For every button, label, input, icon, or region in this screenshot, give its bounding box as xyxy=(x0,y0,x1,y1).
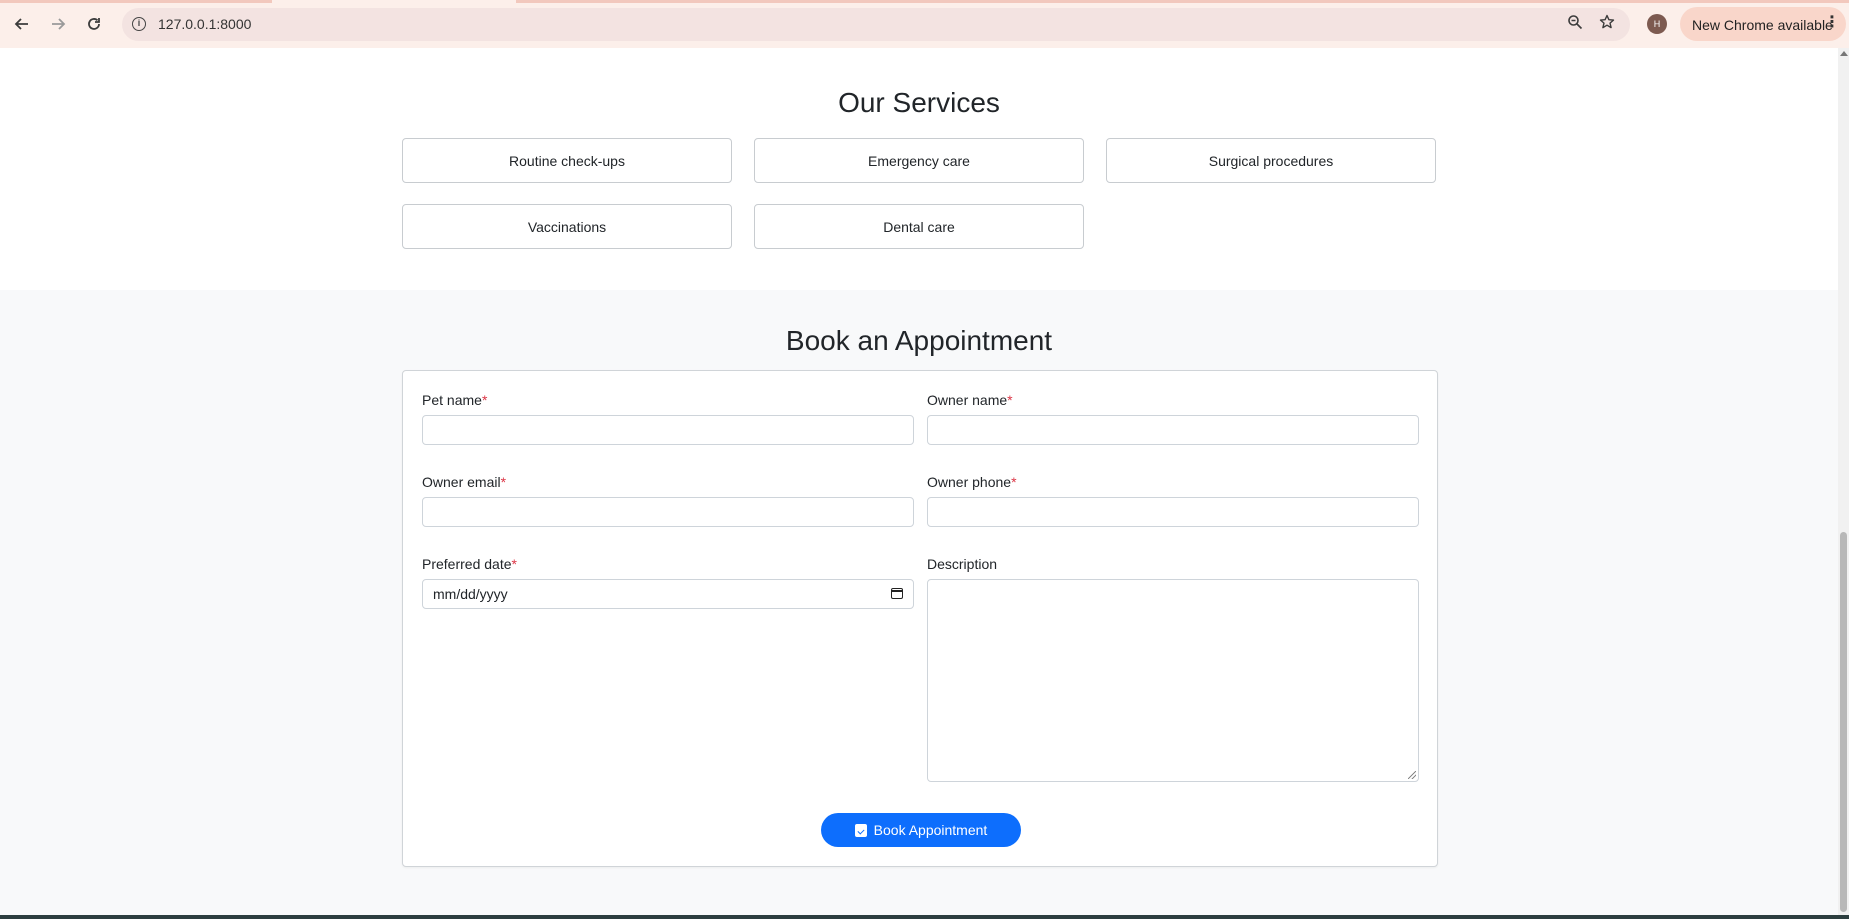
required-marker: * xyxy=(481,392,488,408)
calendar-check-icon xyxy=(854,823,867,837)
owner-name-input[interactable] xyxy=(927,415,1419,445)
site-info-icon[interactable]: i xyxy=(132,17,146,31)
reload-button[interactable] xyxy=(80,10,108,38)
owner-name-label-text: Owner name xyxy=(927,392,1008,408)
owner-phone-input[interactable] xyxy=(927,497,1419,527)
required-marker: * xyxy=(1007,392,1013,408)
date-placeholder: mm/dd/yyyy xyxy=(433,586,508,602)
profile-avatar[interactable]: H xyxy=(1647,14,1667,34)
description-label-text: Description xyxy=(927,556,998,572)
browser-toolbar: i 127.0.0.1:8000 H New Chrome available … xyxy=(0,0,1849,48)
scroll-up-icon[interactable] xyxy=(1840,51,1848,56)
booking-title: Book an Appointment xyxy=(785,325,1053,356)
service-card-surgical-procedures: Surgical procedures xyxy=(1106,138,1436,183)
preferred-date-label-text: Preferred date xyxy=(422,556,512,572)
scrollbar-thumb[interactable] xyxy=(1840,532,1847,912)
service-card-dental-care: Dental care xyxy=(754,204,1084,249)
pet-name-label: Pet name* xyxy=(422,392,487,408)
address-bar[interactable]: i 127.0.0.1:8000 xyxy=(122,8,1630,41)
booking-section: Book an Appointment Pet name* Owner name… xyxy=(0,290,1838,915)
service-card-routine-checkups: Routine check-ups xyxy=(402,138,732,183)
required-marker: * xyxy=(1011,474,1017,490)
page-scrollbar[interactable] xyxy=(1838,48,1849,915)
back-button[interactable] xyxy=(8,10,36,38)
book-appointment-button[interactable]: Book Appointment xyxy=(821,813,1021,847)
zoom-icon[interactable] xyxy=(1565,14,1585,34)
url-text[interactable]: 127.0.0.1:8000 xyxy=(158,16,251,32)
owner-phone-label: Owner phone* xyxy=(927,474,1017,490)
owner-email-label: Owner email* xyxy=(422,474,506,490)
description-textarea[interactable] xyxy=(927,579,1419,782)
services-title: Our Services xyxy=(838,87,1000,118)
services-section: Our Services Routine check-ups Emergency… xyxy=(0,48,1838,290)
tab-strip xyxy=(0,0,272,3)
description-label: Description xyxy=(927,556,997,572)
appointment-form: Pet name* Owner name* Owner email* Owner… xyxy=(402,370,1438,867)
calendar-icon[interactable] xyxy=(891,588,903,599)
book-appointment-label: Book Appointment xyxy=(873,822,988,838)
pet-name-label-text: Pet name xyxy=(422,392,482,408)
forward-button[interactable] xyxy=(44,10,72,38)
owner-phone-label-text: Owner phone xyxy=(927,474,1012,490)
tab-strip xyxy=(516,0,1849,3)
required-marker: * xyxy=(500,474,507,490)
owner-name-label: Owner name* xyxy=(927,392,1013,408)
pet-name-input[interactable] xyxy=(422,415,914,445)
page-viewport: Our Services Routine check-ups Emergency… xyxy=(0,48,1838,915)
reload-icon xyxy=(88,18,100,30)
service-card-vaccinations: Vaccinations xyxy=(402,204,732,249)
resize-handle-icon[interactable] xyxy=(1408,771,1416,779)
update-label: New Chrome available xyxy=(1692,17,1833,33)
service-card-emergency-care: Emergency care xyxy=(754,138,1084,183)
owner-email-input[interactable] xyxy=(422,497,914,527)
arrow-right-icon xyxy=(52,18,66,30)
required-marker: * xyxy=(511,556,517,572)
owner-email-label-text: Owner email xyxy=(422,474,501,490)
bookmark-star-icon[interactable] xyxy=(1597,14,1617,34)
preferred-date-input[interactable]: mm/dd/yyyy xyxy=(422,579,914,609)
arrow-left-icon xyxy=(14,18,28,30)
chrome-update-button[interactable]: New Chrome available ⋮ xyxy=(1680,7,1846,41)
preferred-date-label: Preferred date* xyxy=(422,556,517,572)
kebab-menu-icon[interactable]: ⋮ xyxy=(1824,13,1840,33)
window-bottom-edge xyxy=(0,915,1849,919)
